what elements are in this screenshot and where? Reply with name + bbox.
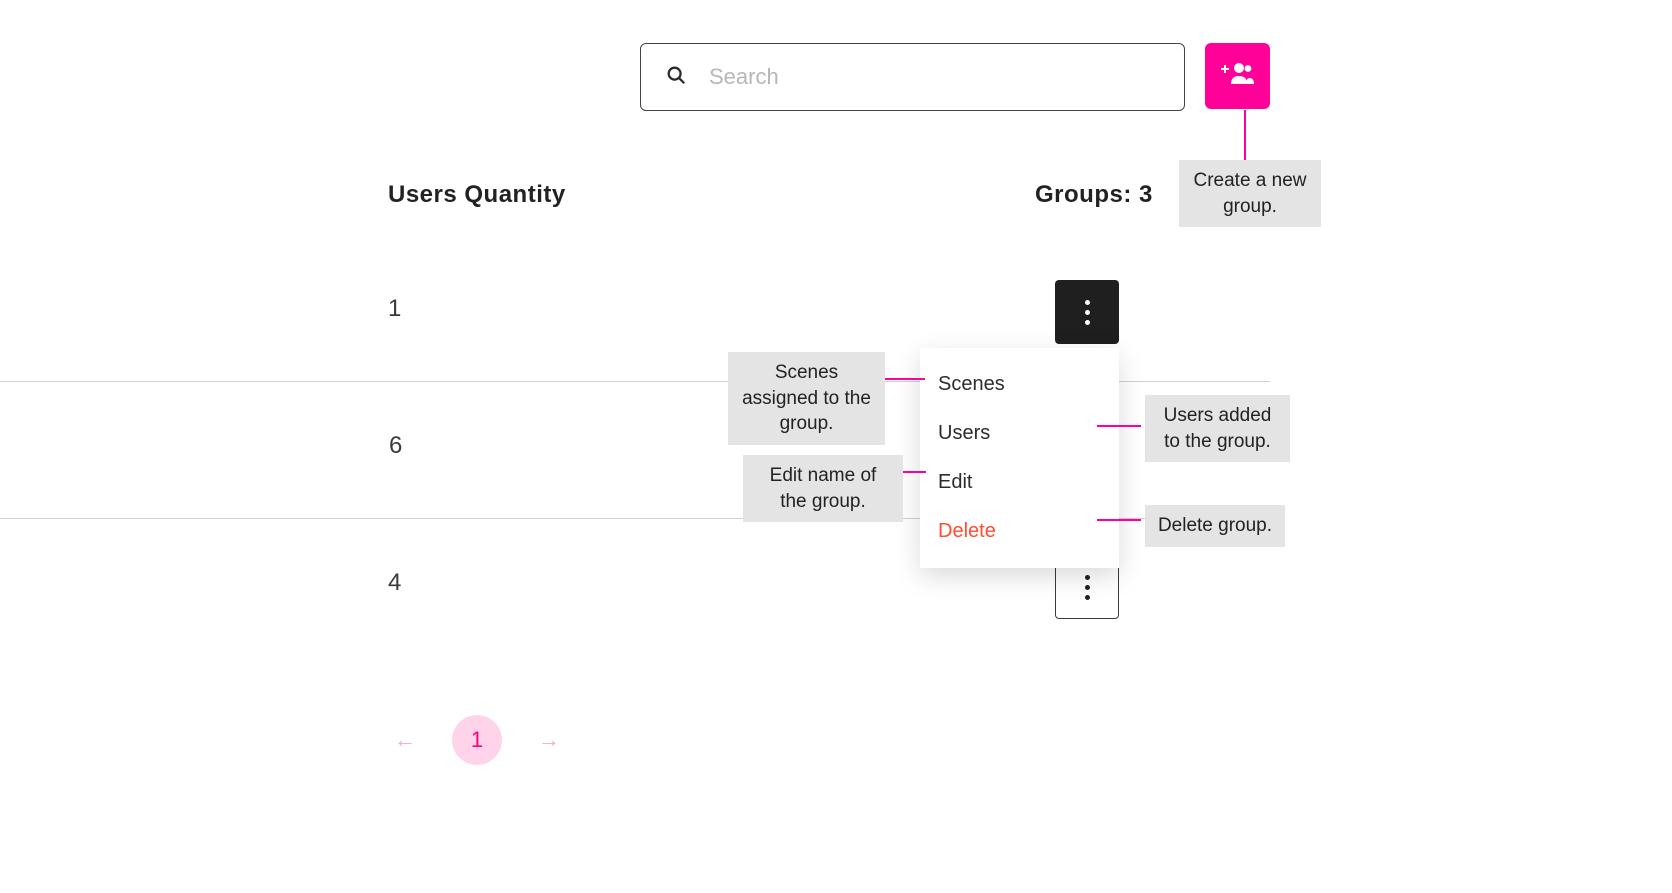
connector-line [885,378,925,380]
more-vertical-icon [1085,575,1090,600]
column-header-users-quantity: Users Quantity [388,181,566,209]
callout-create-group: Create a new group. [1179,160,1321,227]
connector-line [1097,519,1141,521]
callout-scenes: Scenes assigned to the group. [728,352,885,445]
pagination-next[interactable]: → [532,723,566,757]
connector-line [1097,425,1141,427]
pagination: ← 1 → [388,715,566,765]
row-users-quantity: 4 [388,569,401,597]
callout-edit: Edit name of the group. [743,455,903,522]
pagination-prev[interactable]: ← [388,723,422,757]
search-icon [665,64,687,91]
pagination-page-current[interactable]: 1 [452,715,502,765]
arrow-right-icon: → [538,727,560,752]
menu-item-users[interactable]: Users [920,409,1119,458]
menu-item-delete[interactable]: Delete [920,507,1119,556]
search-bar[interactable] [640,43,1185,111]
callout-users: Users added to the group. [1145,395,1290,462]
groups-count-label: Groups: 3 [1035,181,1153,209]
menu-item-edit[interactable]: Edit [920,458,1119,507]
menu-item-scenes[interactable]: Scenes [920,360,1119,409]
callout-delete: Delete group. [1145,505,1285,547]
more-vertical-icon [1085,300,1090,325]
row-actions-menu: Scenes Users Edit Delete [920,348,1119,568]
connector-line [903,471,926,473]
row-users-quantity: 1 [388,295,401,323]
create-group-button[interactable] [1205,43,1270,109]
add-group-icon [1221,60,1255,93]
arrow-left-icon: ← [394,727,416,752]
connector-line [1244,110,1246,160]
row-more-button[interactable] [1055,280,1119,344]
search-input[interactable] [709,44,1160,110]
row-users-quantity: 6 [389,432,402,460]
